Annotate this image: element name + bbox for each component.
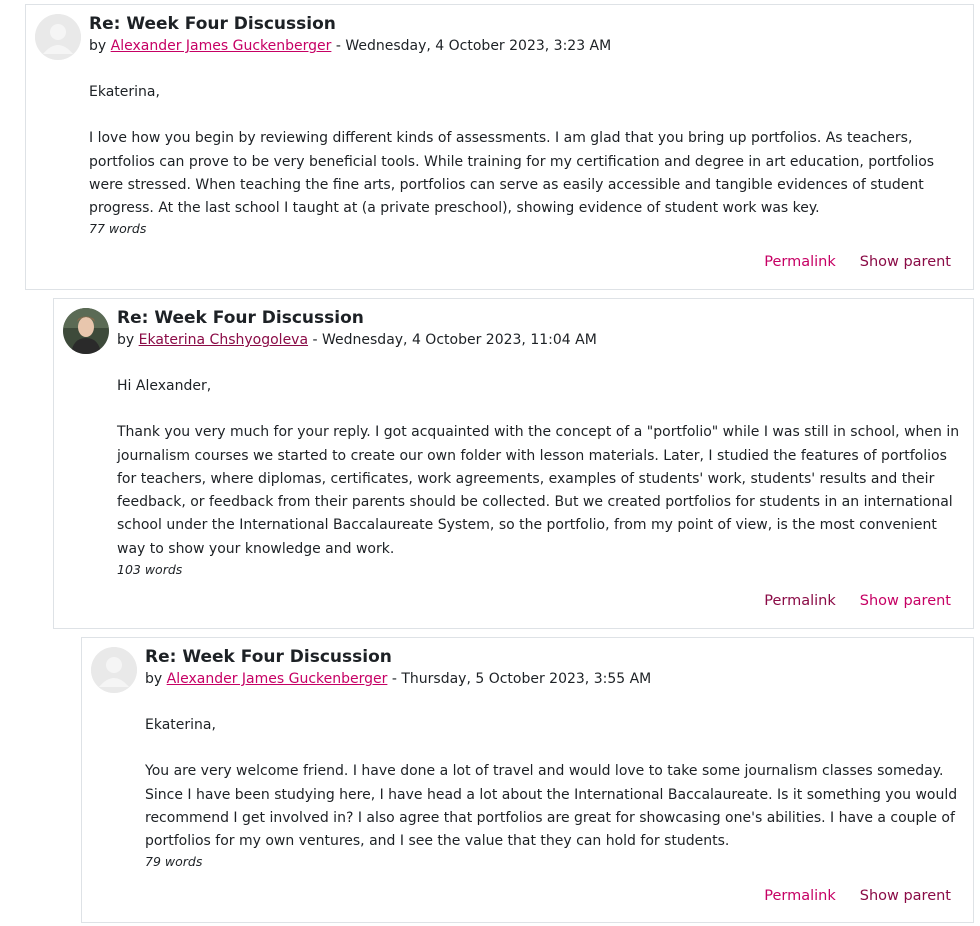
post-message: I love how you begin by reviewing differ…: [89, 130, 935, 217]
author-link[interactable]: Alexander James Guckenberger: [111, 38, 332, 54]
user-photo-avatar[interactable]: [63, 308, 109, 354]
by-prefix: by: [117, 332, 135, 348]
post-subject: Re: Week Four Discussion: [89, 14, 336, 34]
show-parent-link[interactable]: Show parent: [860, 888, 951, 904]
post-actions: Permalink Show parent: [764, 886, 951, 906]
by-prefix: by: [145, 671, 163, 687]
author-link[interactable]: Alexander James Guckenberger: [167, 671, 388, 687]
forum-post: Re: Week Four Discussion by Alexander Ja…: [81, 637, 974, 923]
word-count: 79 words: [145, 854, 203, 870]
post-body: Ekaterina, You are very welcome friend. …: [145, 714, 965, 853]
post-date: Wednesday, 4 October 2023, 11:04 AM: [322, 332, 597, 348]
post-greeting: Hi Alexander,: [117, 378, 212, 394]
post-subject: Re: Week Four Discussion: [117, 308, 364, 328]
by-prefix: by: [89, 38, 107, 54]
forum-post: Re: Week Four Discussion by Alexander Ja…: [25, 4, 974, 290]
post-body: Ekaterina, I love how you begin by revie…: [89, 81, 959, 220]
word-count: 103 words: [117, 562, 183, 578]
show-parent-link[interactable]: Show parent: [860, 593, 951, 609]
permalink-link[interactable]: Permalink: [764, 593, 836, 609]
show-parent-link[interactable]: Show parent: [860, 254, 951, 270]
post-date: Wednesday, 4 October 2023, 3:23 AM: [345, 38, 612, 54]
post-date: Thursday, 5 October 2023, 3:55 AM: [401, 671, 652, 687]
date-separator: -: [308, 332, 322, 348]
post-message: You are very welcome friend. I have done…: [145, 763, 958, 850]
post-greeting: Ekaterina,: [145, 717, 216, 733]
date-separator: -: [331, 38, 346, 54]
post-message: Thank you very much for your reply. I go…: [117, 424, 960, 557]
post-byline: by Ekaterina Chshyogoleva - Wednesday, 4…: [117, 329, 967, 352]
author-link[interactable]: Ekaterina Chshyogoleva: [139, 332, 308, 348]
default-user-avatar[interactable]: [35, 14, 81, 60]
post-subject: Re: Week Four Discussion: [145, 647, 392, 667]
permalink-link[interactable]: Permalink: [764, 888, 836, 904]
post-body: Hi Alexander, Thank you very much for yo…: [117, 375, 967, 561]
permalink-link[interactable]: Permalink: [764, 254, 836, 270]
post-byline: by Alexander James Guckenberger - Thursd…: [145, 668, 965, 691]
post-actions: Permalink Show parent: [764, 252, 951, 272]
date-separator: -: [387, 671, 402, 687]
word-count: 77 words: [89, 221, 147, 237]
default-user-avatar[interactable]: [91, 647, 137, 693]
forum-post: Re: Week Four Discussion by Ekaterina Ch…: [53, 298, 974, 629]
post-byline: by Alexander James Guckenberger - Wednes…: [89, 35, 959, 58]
post-actions: Permalink Show parent: [764, 591, 951, 611]
post-greeting: Ekaterina,: [89, 84, 160, 100]
